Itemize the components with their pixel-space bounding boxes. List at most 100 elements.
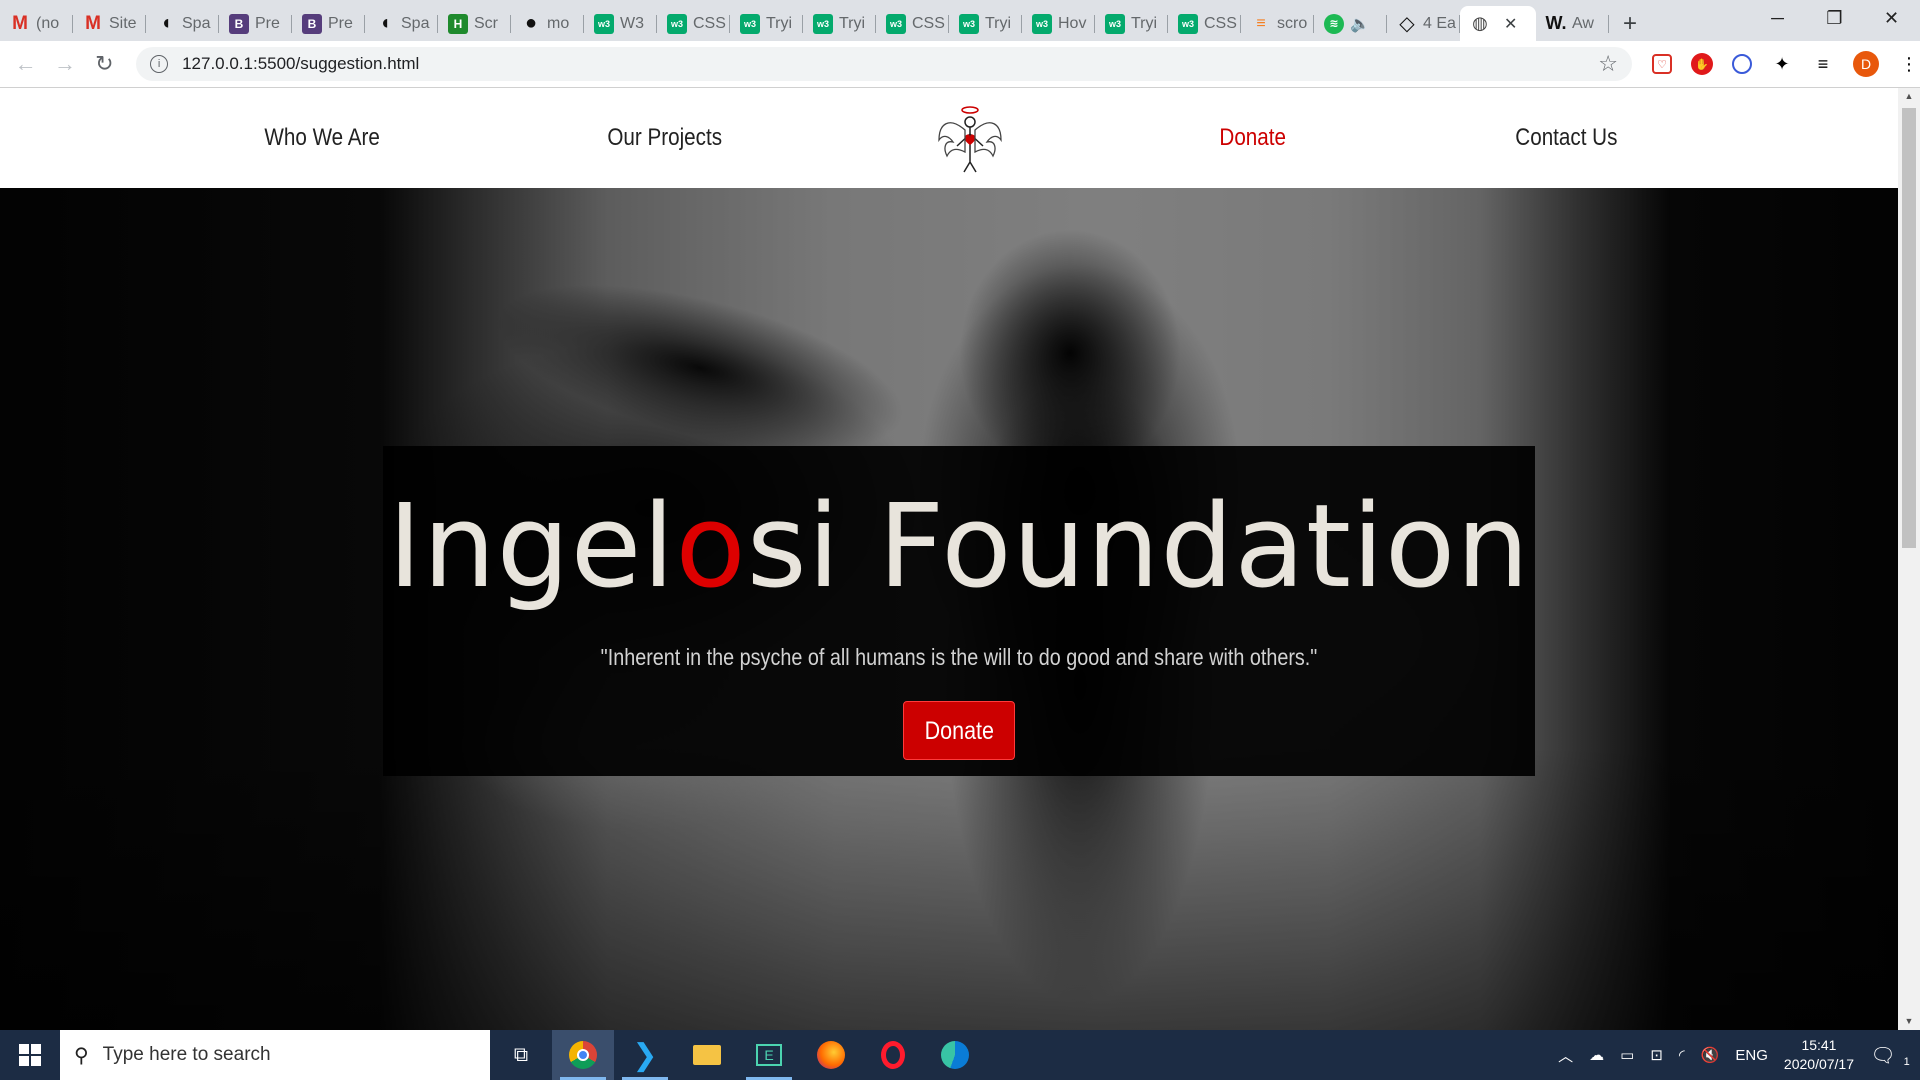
hero-donate-button[interactable]: Donate: [903, 701, 1015, 760]
nav-who-we-are[interactable]: Who We Are: [264, 88, 379, 188]
tab-item[interactable]: B Pre: [219, 6, 292, 41]
w3schools-icon: w3: [594, 13, 614, 34]
w3schools-icon: w3: [1105, 13, 1125, 34]
page-scrollbar[interactable]: ▲ ▼: [1898, 88, 1920, 1030]
tab-item[interactable]: ≋ 🔈: [1314, 6, 1387, 41]
tab-item[interactable]: H Scr: [438, 6, 511, 41]
w3schools-icon: w3: [1032, 13, 1052, 34]
wifi-icon[interactable]: ◜: [1679, 1046, 1685, 1064]
tab-item[interactable]: w3 CSS: [876, 6, 949, 41]
taskbar-opera[interactable]: [862, 1030, 924, 1080]
folder-icon: [693, 1045, 721, 1065]
new-tab-button[interactable]: +: [1609, 6, 1651, 41]
adblock-icon[interactable]: ✋: [1691, 53, 1714, 75]
window-close-button[interactable]: ✕: [1863, 0, 1920, 36]
pocket-icon[interactable]: ♡: [1652, 54, 1673, 74]
opera-icon: [881, 1041, 905, 1069]
battery-icon[interactable]: ▭: [1620, 1046, 1634, 1064]
reload-button[interactable]: ↻: [85, 51, 124, 77]
tab-aw[interactable]: W. Aw: [1536, 6, 1609, 41]
notification-center-button[interactable]: 🗨 1: [1870, 1030, 1920, 1080]
w3schools-icon: w3: [886, 13, 906, 34]
tab-item[interactable]: w3 CSS: [1168, 6, 1241, 41]
tab-title: (no: [36, 14, 60, 32]
scroll-down-arrow[interactable]: ▼: [1898, 1013, 1920, 1030]
scroll-up-arrow[interactable]: ▲: [1898, 88, 1920, 105]
hero-section: Ingelosi Foundation "Inherent in the psy…: [0, 188, 1898, 1030]
site-info-icon[interactable]: i: [150, 55, 169, 73]
start-button[interactable]: [0, 1030, 60, 1080]
clock-time: 15:41: [1801, 1037, 1837, 1053]
language-indicator[interactable]: ENG: [1735, 1047, 1768, 1064]
taskbar-file-explorer[interactable]: [676, 1030, 738, 1080]
tab-title: Tryi: [766, 14, 793, 32]
device-icon[interactable]: ⊡: [1650, 1046, 1663, 1064]
tab-title: Scr: [474, 14, 498, 32]
tab-item[interactable]: ◖ Spa: [365, 6, 438, 41]
minimize-button[interactable]: ─: [1749, 0, 1806, 36]
firefox-icon: [817, 1041, 845, 1069]
media-queue-icon[interactable]: ≡: [1812, 53, 1834, 75]
taskbar-terminal[interactable]: E: [738, 1030, 800, 1080]
forward-button[interactable]: →: [45, 51, 84, 77]
angel-logo-icon[interactable]: [935, 102, 1005, 174]
w3schools-icon: w3: [813, 13, 833, 34]
tab-item[interactable]: w3 CSS: [657, 6, 730, 41]
notification-icon: 🗨: [1870, 1044, 1896, 1067]
nav-donate[interactable]: Donate: [1219, 88, 1286, 188]
address-bar[interactable]: i 127.0.0.1:5500/suggestion.html ☆: [136, 47, 1633, 81]
tab-title: Hov: [1058, 14, 1087, 32]
url-text[interactable]: 127.0.0.1:5500/suggestion.html: [182, 54, 1598, 74]
task-view-button[interactable]: ⧉: [490, 1030, 552, 1080]
taskbar-chrome[interactable]: [552, 1030, 614, 1080]
scroll-thumb[interactable]: [1902, 108, 1916, 548]
tab-item[interactable]: w3 Hov: [1022, 6, 1095, 41]
browser-toolbar: ← → ↻ i 127.0.0.1:5500/suggestion.html ☆…: [0, 41, 1920, 88]
tab-item[interactable]: w3 Tryi: [949, 6, 1022, 41]
tab-title: Tryi: [985, 14, 1012, 32]
taskbar-edge[interactable]: [924, 1030, 986, 1080]
tab-active[interactable]: ◍ ✕: [1460, 6, 1536, 41]
menu-kebab-icon[interactable]: ⋮: [1898, 53, 1920, 75]
back-button[interactable]: ←: [6, 51, 45, 77]
volume-muted-icon[interactable]: 🔇: [1701, 1046, 1720, 1064]
bootstrap-icon: B: [302, 13, 322, 34]
tray-chevron-icon[interactable]: ︿: [1558, 1045, 1573, 1066]
tab-item[interactable]: w3 Tryi: [730, 6, 803, 41]
tab-item[interactable]: w3 Tryi: [1095, 6, 1168, 41]
tab-title: Pre: [255, 14, 280, 32]
tab-item[interactable]: w3 W3: [584, 6, 657, 41]
nav-contact-us[interactable]: Contact Us: [1515, 88, 1617, 188]
taskbar-firefox[interactable]: [800, 1030, 862, 1080]
onedrive-icon[interactable]: ☁: [1589, 1046, 1604, 1064]
maximize-button[interactable]: ❐: [1806, 0, 1863, 36]
clock[interactable]: 15:41 2020/07/17: [1784, 1036, 1854, 1074]
taskbar-search-box[interactable]: ⚲ Type here to search: [60, 1030, 490, 1080]
extensions-area: ♡ ✋ ✦ ≡ D ⋮: [1652, 51, 1920, 77]
spa-icon: ◖: [378, 12, 392, 34]
tab-title: Tryi: [839, 14, 866, 32]
search-placeholder: Type here to search: [102, 1044, 271, 1065]
spa-icon: ◖: [159, 12, 173, 34]
taskbar-vscode[interactable]: ❯: [614, 1030, 676, 1080]
extensions-puzzle-icon[interactable]: ✦: [1771, 53, 1793, 75]
w3schools-icon: w3: [667, 13, 687, 34]
gmail-icon: M: [85, 12, 101, 34]
tab-item[interactable]: B Pre: [292, 6, 365, 41]
tab-title: W3: [620, 14, 644, 32]
hero-quote: "Inherent in the psyche of all humans is…: [600, 644, 1318, 670]
tab-item[interactable]: w3 Tryi: [803, 6, 876, 41]
web-page: Who We Are Our Projects Donate Contact U…: [0, 88, 1898, 1030]
tab-item[interactable]: ◇ 4 Ea: [1387, 6, 1460, 41]
nav-our-projects[interactable]: Our Projects: [607, 88, 722, 188]
w-icon: W.: [1545, 13, 1567, 33]
tab-item[interactable]: ◖ Spa: [146, 6, 219, 41]
block-icon[interactable]: [1732, 54, 1753, 74]
profile-avatar[interactable]: D: [1853, 51, 1880, 77]
tab-item[interactable]: M Site: [73, 6, 146, 41]
tab-item[interactable]: ● mo: [511, 6, 584, 41]
close-tab-icon[interactable]: ✕: [1504, 14, 1517, 34]
tab-item[interactable]: ≡ scro: [1241, 6, 1314, 41]
bookmark-star-icon[interactable]: ☆: [1598, 51, 1618, 77]
tab-item[interactable]: M (no: [0, 6, 73, 41]
